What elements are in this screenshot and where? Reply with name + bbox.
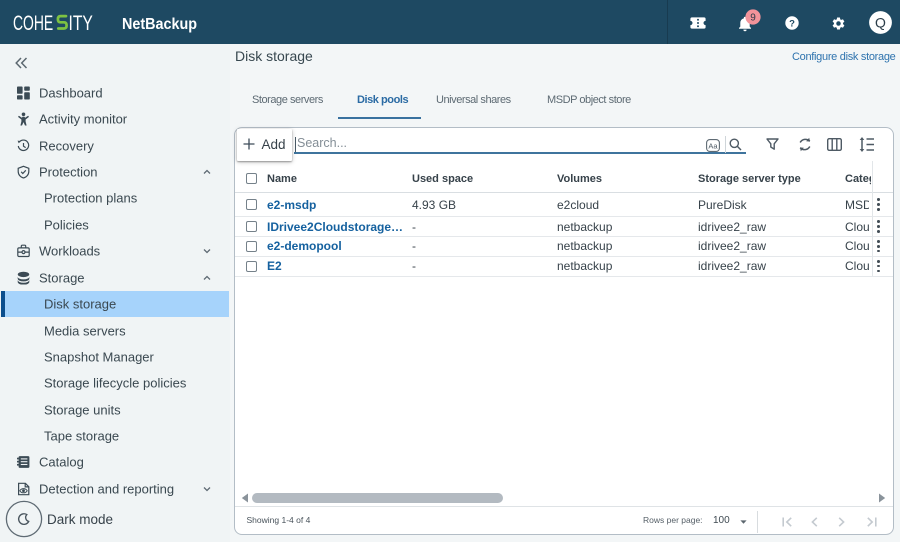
svg-text:?: ? [789, 19, 795, 30]
svg-text:Q: Q [875, 15, 886, 31]
svg-text:COHE: COHE [13, 12, 53, 34]
svg-text:ITY: ITY [69, 12, 93, 34]
svg-text:NetBackup: NetBackup [122, 16, 197, 33]
svg-text:9: 9 [750, 12, 756, 23]
svg-text:Aa: Aa [708, 141, 718, 150]
